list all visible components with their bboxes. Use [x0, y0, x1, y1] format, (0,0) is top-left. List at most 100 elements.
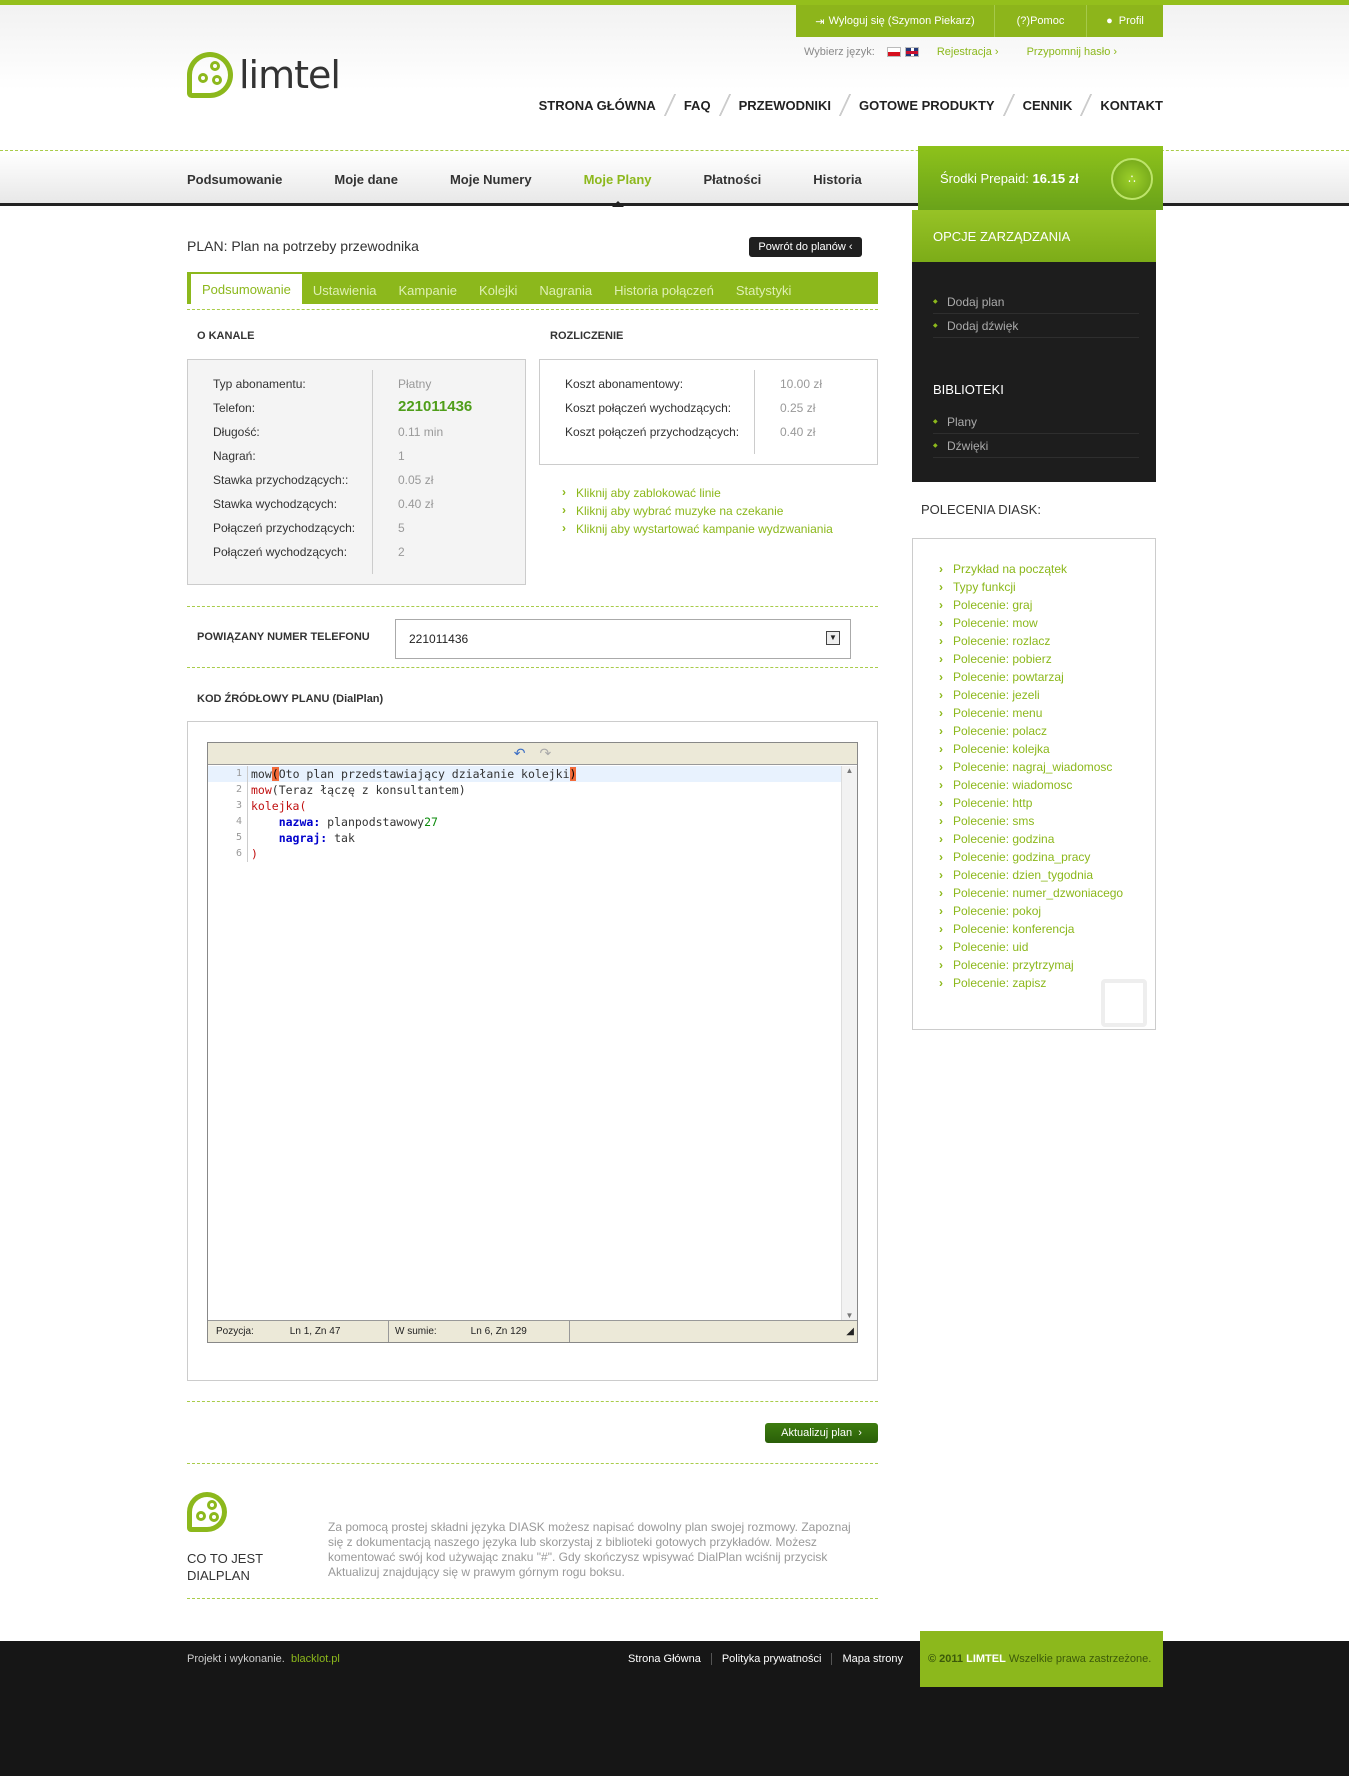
diask-command-link[interactable]: Polecenie: przytrzymaj — [939, 957, 1139, 973]
footer-links: Strona Główna Polityka prywatności Mapa … — [618, 1653, 913, 1665]
subnav-history[interactable]: Historia — [813, 152, 861, 206]
billing-title: ROZLICZENIE — [550, 330, 624, 342]
flag-pl-icon[interactable] — [886, 47, 901, 57]
diask-commands-list: Przykład na początek Typy funkcji Poleceni… — [939, 561, 1139, 993]
subnav-payments[interactable]: Płatności — [704, 152, 762, 206]
register-link[interactable]: Rejestracja › — [937, 46, 999, 58]
tab-call-history[interactable]: Historia połączeń — [603, 276, 725, 304]
diask-command-link[interactable]: Polecenie: kolejka — [939, 741, 1139, 757]
sidebar-item-sounds[interactable]: Dźwięki — [933, 434, 1139, 458]
dialplan-info-text: Za pomocą prostej składni języka DIASK m… — [328, 1520, 851, 1579]
diask-commands-title: POLECENIA DIASK: — [921, 502, 1041, 517]
nav-products[interactable]: GOTOWE PRODUKTY — [859, 98, 995, 113]
main-nav: STRONA GŁÓWNA FAQ PRZEWODNIKI GOTOWE PRO… — [539, 94, 1163, 116]
source-editor-panel: ↶ ↷ 1 mow(Oto plan przedstawiający działa… — [187, 721, 878, 1381]
back-to-plans-button[interactable]: Powrót do planów ‹ — [749, 237, 862, 257]
subnav-my-data[interactable]: Moje dane — [334, 152, 398, 206]
diask-command-link[interactable]: Polecenie: menu — [939, 705, 1139, 721]
flag-gb-icon[interactable] — [904, 47, 919, 57]
diask-command-link[interactable]: Polecenie: wiadomosc — [939, 777, 1139, 793]
profile-link[interactable]: ● Profil — [1087, 5, 1163, 37]
editor-statusbar: Pozycja: Ln 1, Zn 47 W sumie: Ln 6, Zn 1… — [208, 1320, 857, 1342]
nav-separator — [663, 94, 676, 116]
prepaid-balance: Środki Prepaid: 16.15 zł ∴ — [918, 146, 1163, 210]
sidebar-item-add-sound[interactable]: Dodaj dźwięk — [933, 314, 1139, 338]
tab-recordings[interactable]: Nagrania — [528, 276, 603, 304]
diask-command-link[interactable]: Polecenie: konferencja — [939, 921, 1139, 937]
diask-command-link[interactable]: Polecenie: rozlacz — [939, 633, 1139, 649]
nav-contact[interactable]: KONTAKT — [1100, 98, 1163, 113]
tab-queues[interactable]: Kolejki — [468, 276, 528, 304]
update-plan-button[interactable]: Aktualizuj plan › — [765, 1423, 878, 1443]
kv-row: Typ abonamentu: Płatny — [213, 377, 432, 391]
tab-settings[interactable]: Ustawienia — [302, 276, 388, 304]
nav-home[interactable]: STRONA GŁÓWNA — [539, 98, 656, 113]
nav-guides[interactable]: PRZEWODNIKI — [739, 98, 831, 113]
footer-link-sitemap[interactable]: Mapa strony — [832, 1653, 913, 1665]
subnav-my-plans[interactable]: Moje Plany — [584, 152, 652, 207]
diask-command-link[interactable]: Polecenie: godzina — [939, 831, 1139, 847]
kv-row: Połączeń przychodzących: 5 — [213, 521, 405, 535]
start-campaign-link[interactable]: Kliknij aby wystartować kampanie wydzwan… — [560, 521, 833, 540]
kv-row: Koszt abonamentowy: 10.00 zł — [565, 377, 823, 391]
nav-separator — [1002, 94, 1015, 116]
tab-statistics[interactable]: Statystyki — [725, 276, 803, 304]
diask-command-link[interactable]: Polecenie: mow — [939, 615, 1139, 631]
tab-campaigns[interactable]: Kampanie — [387, 276, 468, 304]
editor-scrollbar[interactable]: ▲ ▼ — [841, 766, 857, 1320]
resize-handle-icon[interactable]: ◢ — [570, 1321, 857, 1342]
remind-password-link[interactable]: Przypomnij hasło › — [1027, 46, 1118, 58]
code-line: 2 mow(Teraz łączę z konsultantem) — [208, 782, 841, 798]
undo-icon[interactable]: ↶ — [514, 745, 526, 762]
diask-command-link[interactable]: Polecenie: nagraj_wiadomosc — [939, 759, 1139, 775]
nav-faq[interactable]: FAQ — [684, 98, 711, 113]
diask-command-link[interactable]: Polecenie: numer_dzwoniacego — [939, 885, 1139, 901]
prepaid-value: 16.15 zł — [1032, 170, 1079, 186]
code-editor[interactable]: ↶ ↷ 1 mow(Oto plan przedstawiający działa… — [207, 742, 858, 1343]
kv-row: Długość: 0.11 min — [213, 425, 444, 439]
logout-link[interactable]: ⇥ Wyloguj się (Szymon Piekarz) — [796, 5, 995, 37]
diask-command-link[interactable]: Typy funkcji — [939, 579, 1139, 595]
diask-command-link[interactable]: Polecenie: http — [939, 795, 1139, 811]
credit-link[interactable]: blacklot.pl — [291, 1653, 340, 1665]
diask-command-link[interactable]: Polecenie: jezeli — [939, 687, 1139, 703]
management-options-title: OPCJE ZARZĄDZANIA — [912, 210, 1156, 262]
diask-command-link[interactable]: Polecenie: sms — [939, 813, 1139, 829]
footer-link-home[interactable]: Strona Główna — [618, 1653, 712, 1665]
diask-command-link[interactable]: Przykład na początek — [939, 561, 1139, 577]
channel-info-box: Typ abonamentu: Płatny Telefon: 221011436 … — [187, 359, 526, 585]
diask-command-link[interactable]: Polecenie: graj — [939, 597, 1139, 613]
help-link[interactable]: (?) Pomoc — [995, 5, 1087, 37]
subnav-my-numbers[interactable]: Moje Numery — [450, 152, 532, 206]
sidebar-item-add-plan[interactable]: Dodaj plan — [933, 290, 1139, 314]
top-up-icon[interactable]: ∴ — [1111, 158, 1153, 200]
redo-icon[interactable]: ↷ — [540, 745, 552, 762]
code-area[interactable]: 1 mow(Oto plan przedstawiający działanie … — [208, 766, 841, 1320]
diask-command-link[interactable]: Polecenie: pobierz — [939, 651, 1139, 667]
logo-text: limtel — [239, 53, 341, 97]
linked-phone-select[interactable]: 221011436 ▼ — [395, 619, 851, 659]
chevron-down-icon[interactable]: ▼ — [826, 631, 840, 645]
hold-music-link[interactable]: Kliknij aby wybrać muzyke na czekanie — [560, 503, 833, 522]
kv-row: Koszt połączeń przychodzących: 0.40 zł — [565, 425, 816, 439]
divider — [187, 667, 878, 668]
sidebar-item-plans[interactable]: Plany — [933, 410, 1139, 434]
diask-command-link[interactable]: Polecenie: pokoj — [939, 903, 1139, 919]
diask-command-link[interactable]: Polecenie: uid — [939, 939, 1139, 955]
diask-command-link[interactable]: Polecenie: powtarzaj — [939, 669, 1139, 685]
subnav-summary[interactable]: Podsumowanie — [187, 152, 282, 206]
tab-summary[interactable]: Podsumowanie — [191, 274, 302, 304]
dialplan-info-title: CO TO JEST DIALPLAN — [187, 1551, 264, 1583]
nav-pricing[interactable]: CENNIK — [1023, 98, 1073, 113]
total-value: Ln 6, Zn 129 — [470, 1326, 527, 1337]
footer-credit: Projekt i wykonanie. blacklot.pl — [187, 1653, 340, 1665]
diask-command-link[interactable]: Polecenie: dzien_tygodnia — [939, 867, 1139, 883]
footer-link-privacy[interactable]: Polityka prywatności — [712, 1653, 833, 1665]
diask-command-link[interactable]: Polecenie: godzina_pracy — [939, 849, 1139, 865]
plan-tabs: Podsumowanie Ustawienia Kampanie Kolejki… — [187, 272, 878, 304]
block-line-link[interactable]: Kliknij aby zablokować linie — [560, 485, 833, 504]
diask-command-link[interactable]: Polecenie: polacz — [939, 723, 1139, 739]
code-line: 3 kolejka( — [208, 798, 841, 814]
kv-row: Stawka wychodzących: 0.40 zł — [213, 497, 434, 511]
logo[interactable]: limtel — [187, 52, 341, 98]
